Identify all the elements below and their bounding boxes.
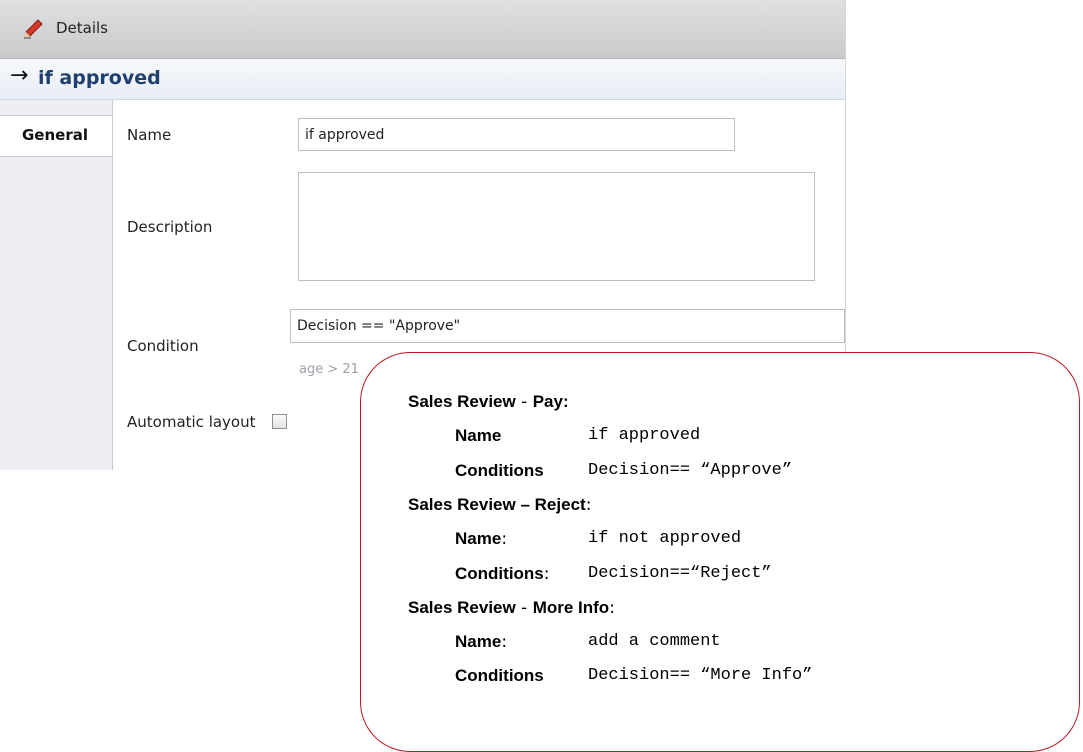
automatic-layout-label: Automatic layout — [127, 413, 256, 431]
callout-conditions-value: Decision== “More Info” — [588, 666, 813, 686]
callout-name-line: Name — [455, 426, 501, 446]
transition-title: if approved — [38, 67, 161, 89]
condition-input[interactable] — [290, 309, 845, 343]
callout-heading: Sales Review - More Info: — [408, 598, 615, 618]
callout-conditions-label: Conditions — [455, 460, 544, 480]
callout-conditions-line: Conditions: — [455, 564, 550, 584]
condition-hint: age > 21 — [299, 362, 359, 377]
heading-target: More Info — [532, 597, 610, 617]
callout-name-suffix: : — [501, 632, 508, 653]
callout-name-label: Name — [455, 529, 502, 549]
heading-after: : — [585, 494, 592, 515]
callout-name-suffix: : — [501, 529, 508, 550]
pencil-icon — [24, 19, 43, 39]
automatic-layout-checkbox[interactable] — [272, 414, 287, 429]
callout-conditions-value: Decision==“Reject” — [588, 563, 772, 583]
heading-target: Reject — [534, 494, 586, 514]
heading-after: : — [609, 597, 615, 618]
description-textarea[interactable] — [298, 172, 815, 281]
details-titlebar: Details — [0, 0, 845, 59]
callout-name-value: if approved — [588, 426, 701, 446]
callout-conditions-value: Decision== “Approve” — [588, 460, 793, 480]
callout-heading: Sales Review – Reject: — [408, 495, 591, 515]
description-label: Description — [127, 218, 213, 236]
heading-prefix: Sales Review — [408, 392, 516, 411]
tab-general[interactable]: General — [0, 115, 112, 157]
callout-name-line: Name: — [455, 632, 507, 652]
callout-conditions-line: Conditions — [455, 666, 544, 686]
callout-name-value: if not approved — [588, 529, 742, 549]
tab-general-label: General — [22, 126, 88, 144]
callout-box — [360, 352, 1080, 752]
callout-conditions-line: Conditions — [455, 461, 544, 481]
heading-sep: - — [515, 392, 533, 412]
heading-sep: - — [515, 597, 533, 618]
heading-target: Pay: — [532, 392, 569, 411]
callout-conditions-suffix: : — [543, 563, 550, 584]
titlebar-title: Details — [56, 19, 109, 37]
callout-heading: Sales Review - Pay: — [408, 392, 569, 412]
callout-name-label: Name — [455, 632, 502, 652]
transition-header: → if approved — [0, 59, 845, 100]
callout-name-value: add a comment — [588, 632, 721, 652]
callout-conditions-label: Conditions — [455, 563, 544, 583]
condition-label: Condition — [127, 337, 199, 355]
callout-name-line: Name: — [455, 529, 507, 549]
callout-conditions-label: Conditions — [455, 666, 544, 686]
heading-prefix: Sales Review — [408, 494, 516, 514]
name-label: Name — [127, 126, 172, 144]
heading-sep: – — [515, 494, 535, 514]
callout-name-label: Name — [455, 426, 502, 446]
name-input[interactable] — [298, 118, 735, 151]
heading-prefix: Sales Review — [408, 597, 516, 617]
arrow-right-icon: → — [10, 63, 29, 88]
